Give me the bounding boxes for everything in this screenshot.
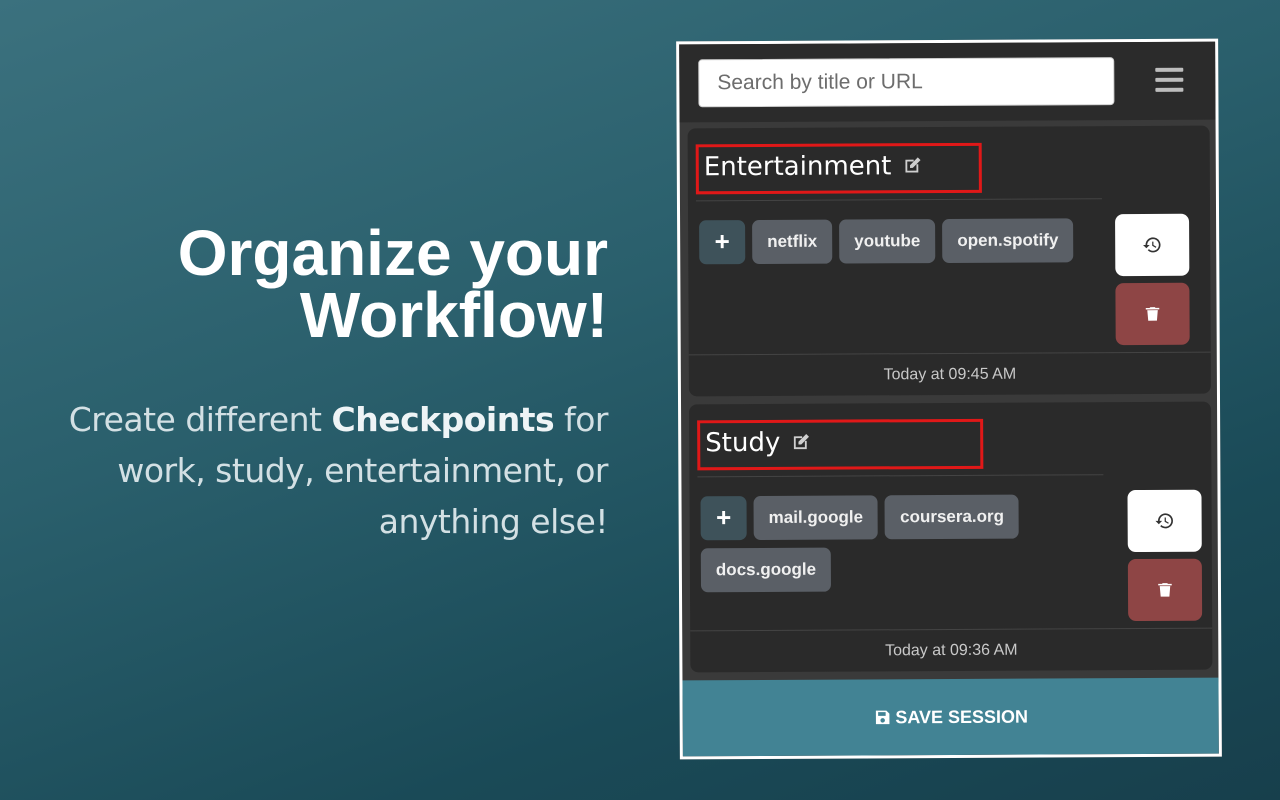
tab-tag[interactable]: youtube bbox=[839, 219, 936, 264]
delete-session-button[interactable] bbox=[1127, 558, 1203, 622]
tab-tag[interactable]: docs.google bbox=[700, 547, 832, 593]
promo-headline: Organize your Workflow! bbox=[48, 217, 608, 351]
session-title[interactable]: Entertainment bbox=[704, 149, 924, 184]
extension-popup: Entertainment + netflix youtube open.spo… bbox=[676, 38, 1222, 760]
session-card: Study + mail.google coursera.org docs.go… bbox=[689, 401, 1213, 674]
tag-list: + netflix youtube open.spotify bbox=[699, 218, 1099, 265]
restore-session-button[interactable] bbox=[1115, 213, 1190, 277]
hamburger-menu-icon[interactable] bbox=[1155, 67, 1184, 94]
add-tab-button[interactable]: + bbox=[699, 220, 746, 265]
trash-icon bbox=[1145, 307, 1160, 321]
tab-tag[interactable]: open.spotify bbox=[942, 218, 1074, 264]
floppy-disk-icon bbox=[875, 710, 890, 725]
history-icon bbox=[1143, 237, 1161, 253]
session-title-text: Study bbox=[705, 427, 781, 459]
headline-line-1: Organize your bbox=[177, 217, 608, 289]
delete-session-button[interactable] bbox=[1115, 282, 1190, 346]
tab-tag[interactable]: mail.google bbox=[753, 495, 879, 541]
tag-list: + mail.google coursera.org docs.google bbox=[700, 494, 1101, 593]
search-input[interactable] bbox=[698, 57, 1115, 108]
session-title-text: Entertainment bbox=[703, 151, 892, 183]
subtext-part-1: Create different bbox=[68, 400, 332, 439]
promo-subtext: Create different Checkpoints for work, s… bbox=[0, 394, 609, 547]
session-card: Entertainment + netflix youtube open.spo… bbox=[687, 125, 1211, 398]
session-title[interactable]: Study bbox=[705, 426, 812, 461]
add-tab-button[interactable]: + bbox=[700, 496, 747, 541]
session-timestamp: Today at 09:36 AM bbox=[690, 627, 1213, 674]
subtext-bold: Checkpoints bbox=[331, 400, 555, 439]
session-timestamp: Today at 09:45 AM bbox=[688, 351, 1211, 398]
save-session-label: SAVE SESSION bbox=[895, 706, 1029, 727]
edit-icon[interactable] bbox=[790, 430, 812, 452]
tab-tag[interactable]: coursera.org bbox=[884, 494, 1020, 540]
edit-icon[interactable] bbox=[901, 154, 923, 176]
headline-line-2: Workflow! bbox=[299, 279, 608, 351]
tab-tag[interactable]: netflix bbox=[752, 219, 833, 265]
save-session-button[interactable]: SAVE SESSION bbox=[682, 677, 1219, 757]
popup-topbar bbox=[679, 41, 1216, 123]
restore-session-button[interactable] bbox=[1127, 489, 1202, 553]
trash-icon bbox=[1158, 583, 1172, 597]
history-icon bbox=[1155, 513, 1173, 529]
